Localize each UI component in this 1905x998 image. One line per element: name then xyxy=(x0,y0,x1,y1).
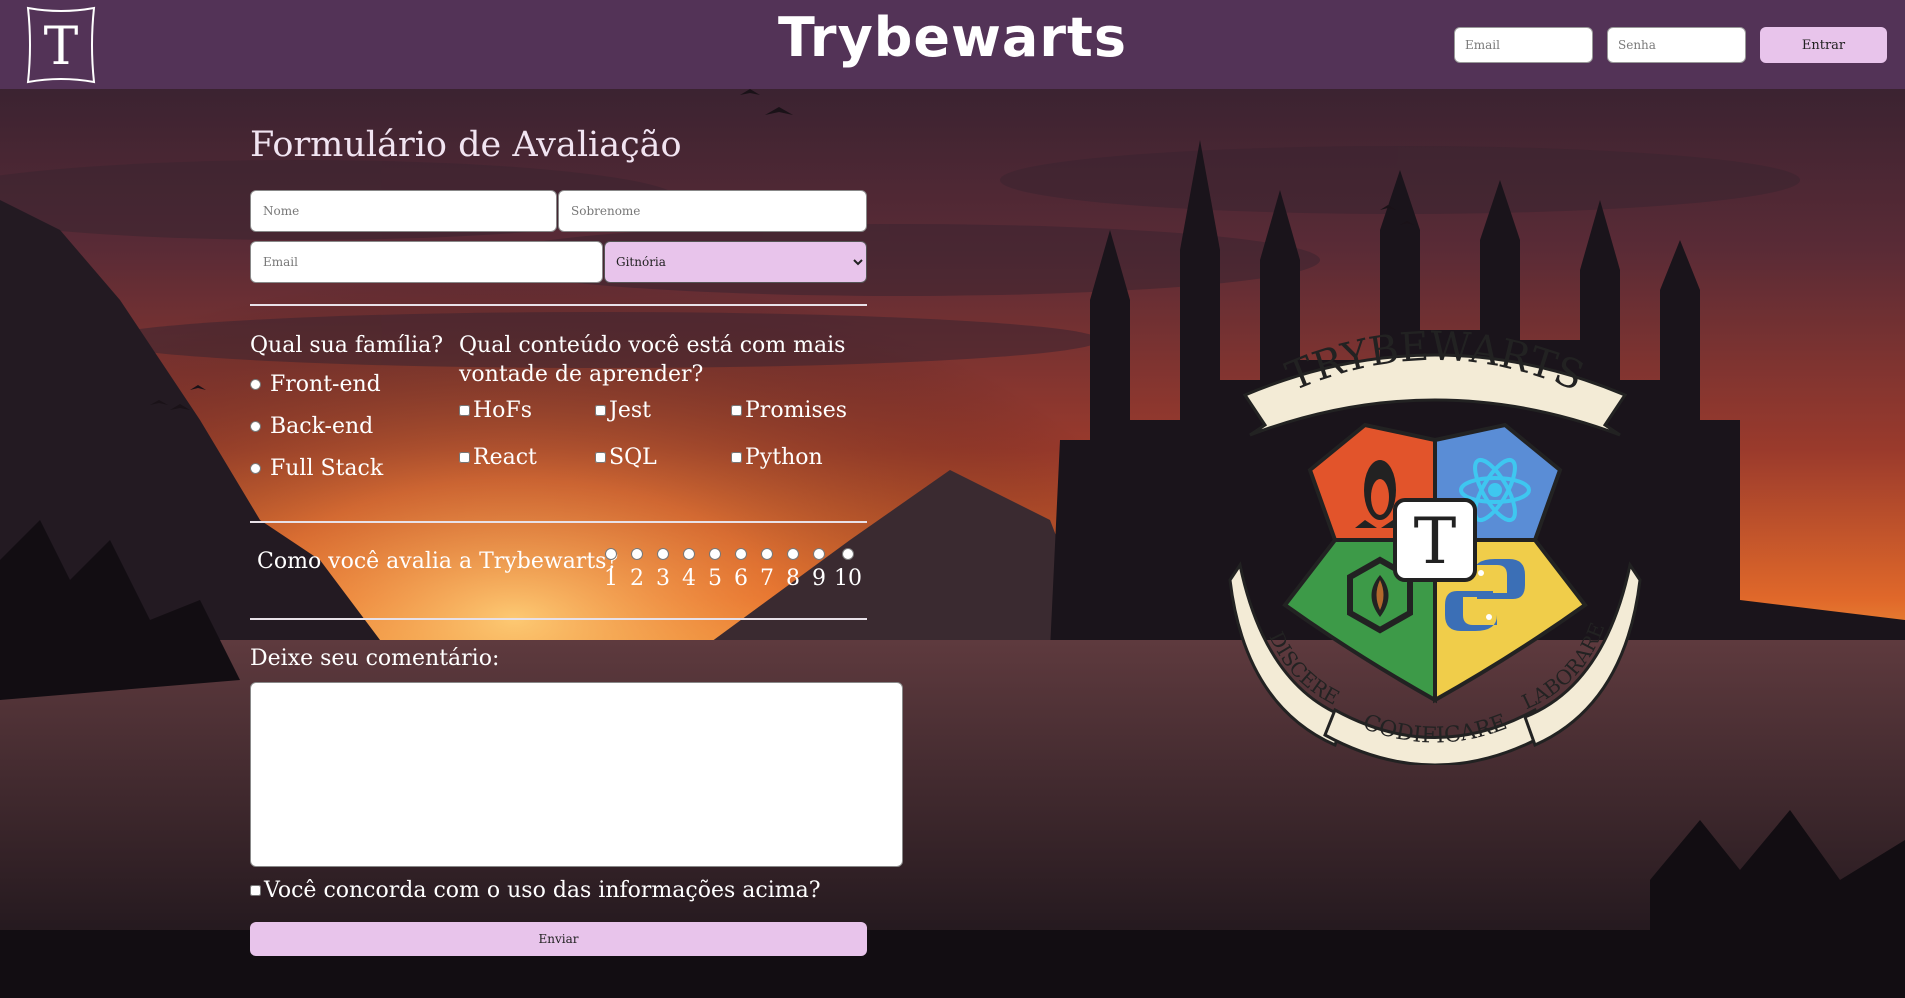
rating-label: 9 xyxy=(812,566,826,591)
rating-radio[interactable] xyxy=(735,548,747,560)
family-radio-frontend[interactable] xyxy=(250,379,261,390)
rating-radio[interactable] xyxy=(813,548,825,560)
family-option-backend[interactable]: Back-end xyxy=(250,414,373,439)
rating-option-8[interactable]: 8 xyxy=(780,548,806,591)
rating-radio[interactable] xyxy=(842,548,854,560)
rating-option-10[interactable]: 10 xyxy=(832,548,864,591)
agreement-option[interactable]: Você concorda com o uso das informações … xyxy=(250,878,821,903)
family-radio-fullstack[interactable] xyxy=(250,463,261,474)
rating-option-3[interactable]: 3 xyxy=(650,548,676,591)
content-option-python[interactable]: Python xyxy=(731,445,823,470)
rating-option-9[interactable]: 9 xyxy=(806,548,832,591)
content-checkbox-hofs[interactable] xyxy=(459,405,470,416)
rating-option-7[interactable]: 7 xyxy=(754,548,780,591)
family-radio-backend[interactable] xyxy=(250,421,261,432)
rating-label: 7 xyxy=(760,566,774,591)
login-button[interactable]: Entrar xyxy=(1760,27,1887,63)
rating-option-2[interactable]: 2 xyxy=(624,548,650,591)
form-title: Formulário de Avaliação xyxy=(250,125,682,165)
content-question-line2: vontade de aprender? xyxy=(459,362,704,387)
family-option-fullstack[interactable]: Full Stack xyxy=(250,456,383,481)
agreement-checkbox[interactable] xyxy=(250,885,261,896)
rating-radio[interactable] xyxy=(683,548,695,560)
content-question-line1: Qual conteúdo você está com mais xyxy=(459,333,846,358)
rating-label: 1 xyxy=(604,566,618,591)
rating-option-1[interactable]: 1 xyxy=(598,548,624,591)
rating-label: 10 xyxy=(834,566,862,591)
rating-label: 4 xyxy=(682,566,696,591)
divider xyxy=(250,304,867,306)
content-option-label: HoFs xyxy=(473,398,532,423)
agreement-label: Você concorda com o uso das informações … xyxy=(264,878,821,903)
trybewarts-crest-image: TRYBEWARTS T DISCERE CODIFICARE LABORARE xyxy=(1228,325,1642,765)
content-option-hofs[interactable]: HoFs xyxy=(459,398,532,423)
rating-label: 5 xyxy=(708,566,722,591)
content-question: Qual conteúdo você está com mais vontade… xyxy=(459,331,845,389)
family-option-label: Front-end xyxy=(270,372,381,397)
email-input[interactable] xyxy=(250,241,603,283)
content-option-label: React xyxy=(473,445,537,470)
rating-radio[interactable] xyxy=(605,548,617,560)
content-checkbox-jest[interactable] xyxy=(595,405,606,416)
divider xyxy=(250,618,867,620)
content-checkbox-sql[interactable] xyxy=(595,452,606,463)
comment-label: Deixe seu comentário: xyxy=(250,646,500,671)
rating-radio[interactable] xyxy=(787,548,799,560)
login-form: Entrar xyxy=(1454,27,1887,63)
content-option-label: Promises xyxy=(745,398,848,423)
rating-option-6[interactable]: 6 xyxy=(728,548,754,591)
content-option-label: Jest xyxy=(609,398,651,423)
first-name-input[interactable] xyxy=(250,190,557,232)
content-option-jest[interactable]: Jest xyxy=(595,398,651,423)
content-checkbox-react[interactable] xyxy=(459,452,470,463)
top-header: T Trybewarts Entrar xyxy=(0,0,1905,89)
rating-radio[interactable] xyxy=(657,548,669,560)
rating-option-5[interactable]: 5 xyxy=(702,548,728,591)
family-option-label: Full Stack xyxy=(270,456,384,481)
rating-option-4[interactable]: 4 xyxy=(676,548,702,591)
content-option-label: SQL xyxy=(609,445,657,470)
rating-label: 3 xyxy=(656,566,670,591)
content-checkbox-python[interactable] xyxy=(731,452,742,463)
rating-label: 6 xyxy=(734,566,748,591)
login-password-input[interactable] xyxy=(1607,27,1746,63)
content-option-promises[interactable]: Promises xyxy=(731,398,847,423)
login-email-input[interactable] xyxy=(1454,27,1593,63)
rating-label: 8 xyxy=(786,566,800,591)
divider xyxy=(250,521,867,523)
rating-label: 2 xyxy=(630,566,644,591)
content-option-sql[interactable]: SQL xyxy=(595,445,657,470)
rating-group: 1 2 3 4 5 6 7 8 9 10 xyxy=(598,548,864,591)
content-option-react[interactable]: React xyxy=(459,445,537,470)
last-name-input[interactable] xyxy=(558,190,867,232)
family-option-label: Back-end xyxy=(270,414,374,439)
family-option-frontend[interactable]: Front-end xyxy=(250,372,381,397)
crest-center-letter: T xyxy=(1414,505,1457,579)
content-option-label: Python xyxy=(745,445,823,470)
rating-radio[interactable] xyxy=(631,548,643,560)
house-select[interactable]: Gitnória xyxy=(604,241,867,283)
submit-button[interactable]: Enviar xyxy=(250,922,867,956)
content-checkbox-promises[interactable] xyxy=(731,405,742,416)
rating-radio[interactable] xyxy=(709,548,721,560)
rating-radio[interactable] xyxy=(761,548,773,560)
rating-question: Como você avalia a Trybewarts? xyxy=(257,549,619,574)
comment-textarea[interactable] xyxy=(250,682,903,867)
family-question: Qual sua família? xyxy=(250,333,444,358)
